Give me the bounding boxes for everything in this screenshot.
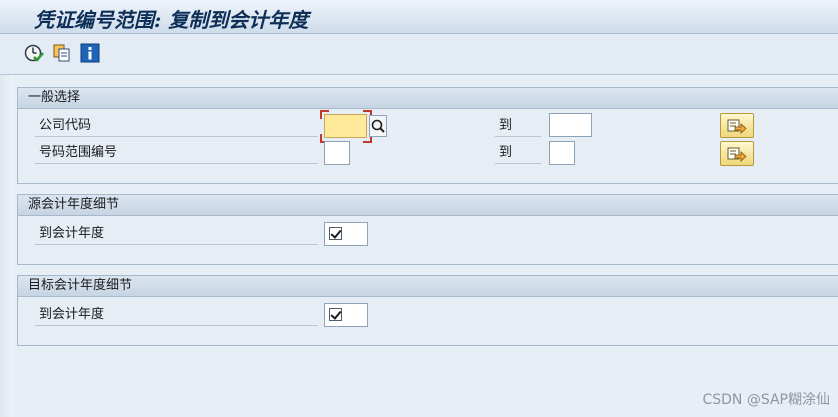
source-to-fiscal-year-checkbox[interactable] (329, 227, 342, 240)
general-selection-header: 一般选择 (18, 88, 838, 109)
title-bar: 凭证编号范围: 复制到会计年度 (0, 0, 838, 34)
target-fiscal-year-header: 目标会计年度细节 (18, 276, 838, 297)
info-icon[interactable] (80, 43, 100, 63)
general-selection-group: 一般选择 公司代码 到 号码范围编号 到 (17, 87, 838, 184)
number-range-multiple-selection-button[interactable] (720, 141, 754, 166)
number-range-label: 号码范围编号 (35, 142, 318, 164)
number-range-to-input[interactable] (549, 141, 575, 165)
copy-icon[interactable] (52, 43, 72, 63)
source-fiscal-year-header: 源会计年度细节 (18, 195, 838, 216)
target-to-fiscal-year-field (324, 303, 368, 327)
multiple-selection-arrow-icon (727, 147, 747, 162)
execute-icon[interactable] (24, 43, 44, 63)
number-range-to-label: 到 (495, 142, 541, 164)
search-help-button[interactable] (369, 115, 387, 137)
company-code-from-input[interactable] (324, 114, 367, 138)
search-icon (371, 119, 385, 133)
source-to-fiscal-year-label: 到会计年度 (35, 223, 318, 245)
target-fiscal-year-group: 目标会计年度细节 到会计年度 (17, 275, 838, 346)
left-border-strip (0, 75, 13, 417)
company-code-label: 公司代码 (35, 115, 318, 137)
company-code-to-label: 到 (495, 115, 541, 137)
target-to-fiscal-year-label: 到会计年度 (35, 304, 318, 326)
source-to-fiscal-year-field (324, 222, 368, 246)
source-fiscal-year-group: 源会计年度细节 到会计年度 (17, 194, 838, 265)
watermark-text: CSDN @SAP糊涂仙 (702, 392, 830, 408)
focus-corner-mark (320, 110, 329, 119)
page-title: 凭证编号范围: 复制到会计年度 (34, 8, 309, 32)
application-toolbar (0, 34, 838, 75)
number-range-from-input[interactable] (324, 141, 350, 165)
company-code-multiple-selection-button[interactable] (720, 113, 754, 138)
target-to-fiscal-year-checkbox[interactable] (329, 308, 342, 321)
company-code-to-input[interactable] (549, 113, 592, 137)
multiple-selection-arrow-icon (727, 119, 747, 134)
